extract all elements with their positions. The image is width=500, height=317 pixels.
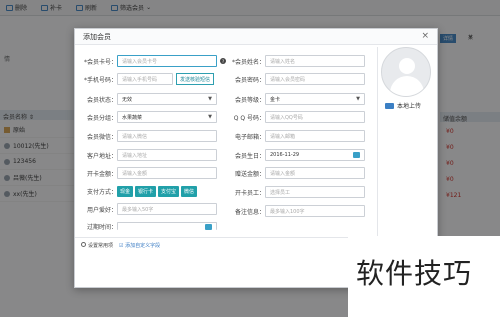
phone-input[interactable]: 请输入手机号码 <box>117 73 173 85</box>
gift-amount-label: 赠送金额： <box>234 170 265 178</box>
email-field: 电子邮箱： 请输入邮箱 <box>225 129 365 143</box>
name-input[interactable]: 请输入姓名 <box>265 55 365 67</box>
level-select[interactable]: 金卡 ▼ <box>265 93 365 105</box>
hobby-input[interactable]: 最多输入50字 <box>117 203 217 215</box>
gear-icon <box>81 242 86 247</box>
staff-label: 开卡员工： <box>234 189 265 197</box>
pay-cash-button[interactable]: 现金 <box>117 185 134 197</box>
birthday-label: 会员生日： <box>234 152 265 160</box>
expiry-label: 过期时间： <box>86 223 117 231</box>
chevron-down-icon: ▼ <box>208 114 212 120</box>
birthday-field: 会员生日： 2016-11-29 <box>225 148 365 162</box>
phone-label: *手机号码： <box>83 76 117 84</box>
phone-field: *手机号码： 请输入手机号码 发送核验短信 <box>77 72 215 86</box>
expiry-input[interactable] <box>117 222 217 230</box>
staff-field: 开卡员工： 选择员工 <box>225 185 365 199</box>
status-select[interactable]: 无效 ▼ <box>117 93 217 105</box>
name-field: *会员姓名： 请输入姓名 <box>225 54 365 68</box>
group-select[interactable]: 水果蔬菜 ▼ <box>117 111 217 123</box>
chevron-down-icon: ▼ <box>208 96 212 102</box>
hobby-field: 用户爱好： 最多输入50字 <box>77 202 217 216</box>
level-field: 会员等级： 金卡 ▼ <box>225 92 365 106</box>
qq-label: Q Q 号码： <box>233 114 265 122</box>
level-label: 会员等级： <box>234 96 265 104</box>
password-input[interactable]: 请输入会员密码 <box>265 73 365 85</box>
gift-amount-input[interactable]: 请输入金额 <box>265 167 365 179</box>
pay-method-label: 支付方式： <box>86 188 117 196</box>
card-no-field: *会员卡号： 请输入会员卡号 <box>77 54 217 68</box>
hobby-label: 用户爱好： <box>86 206 117 214</box>
local-upload-button[interactable]: 本地上传 <box>385 101 421 110</box>
note-field: 备注信息： 最多输入100字 <box>225 204 365 218</box>
card-no-label: *会员卡号： <box>83 58 117 66</box>
send-sms-button[interactable]: 发送核验短信 <box>176 73 215 85</box>
email-input[interactable]: 请输入邮箱 <box>265 130 365 142</box>
dialog-title: 添加会员 <box>83 32 111 41</box>
watermark-text: 软件技巧 <box>356 257 473 290</box>
wechat-input[interactable]: 请输入微信 <box>117 130 217 142</box>
calendar-icon[interactable] <box>205 223 212 230</box>
open-amount-input[interactable]: 请输入金额 <box>117 167 217 179</box>
qq-input[interactable]: 请输入QQ号码 <box>265 111 365 123</box>
pay-alipay-button[interactable]: 支付宝 <box>158 185 180 197</box>
status-field: 会员状态： 无效 ▼ <box>77 92 217 106</box>
address-label: 客户地址： <box>86 152 117 160</box>
open-amount-field: 开卡金额： 请输入金额 <box>77 166 217 180</box>
gift-amount-field: 赠送金额： 请输入金额 <box>225 166 365 180</box>
dialog-footer: 设置常用项 ☑ 添加自定义字段 <box>81 242 160 249</box>
common-settings-link[interactable]: 设置常用项 <box>81 242 113 249</box>
card-no-input[interactable]: 请输入会员卡号 <box>117 55 217 67</box>
pay-bankcard-button[interactable]: 银行卡 <box>135 185 157 197</box>
chevron-down-icon: ▼ <box>356 96 360 102</box>
birthday-input[interactable]: 2016-11-29 <box>265 149 365 161</box>
wechat-field: 会员微信： 请输入微信 <box>77 129 217 143</box>
avatar-placeholder-icon <box>381 47 431 97</box>
open-amount-label: 开卡金额： <box>86 170 117 178</box>
staff-input[interactable]: 选择员工 <box>265 186 365 198</box>
wechat-label: 会员微信： <box>86 133 117 141</box>
add-custom-field-link[interactable]: ☑ 添加自定义字段 <box>119 242 160 249</box>
group-label: 会员分组： <box>86 114 117 122</box>
note-input[interactable]: 最多输入100字 <box>265 205 365 217</box>
close-icon[interactable]: × <box>421 32 429 41</box>
dialog-header: 添加会员 × <box>75 29 437 45</box>
pay-wechat-button[interactable]: 微信 <box>181 185 198 197</box>
calendar-icon[interactable] <box>353 152 360 158</box>
group-field: 会员分组： 水果蔬菜 ▼ <box>77 110 217 124</box>
expiry-field: 过期时间： <box>77 219 217 233</box>
address-input[interactable]: 请输入地址 <box>117 149 217 161</box>
password-label: 会员密码： <box>234 76 265 84</box>
name-label: *会员姓名： <box>231 58 265 66</box>
column-divider <box>377 47 378 243</box>
monitor-icon <box>385 102 394 109</box>
note-label: 备注信息： <box>234 208 265 216</box>
qq-field: Q Q 号码： 请输入QQ号码 <box>225 110 365 124</box>
email-label: 电子邮箱： <box>234 133 265 141</box>
address-field: 客户地址： 请输入地址 <box>77 148 217 162</box>
password-field: 会员密码： 请输入会员密码 <box>225 72 365 86</box>
pay-method-field: 支付方式： 现金 银行卡 支付宝 微信 <box>77 184 199 198</box>
status-label: 会员状态： <box>86 96 117 104</box>
local-upload-label: 本地上传 <box>397 103 422 110</box>
